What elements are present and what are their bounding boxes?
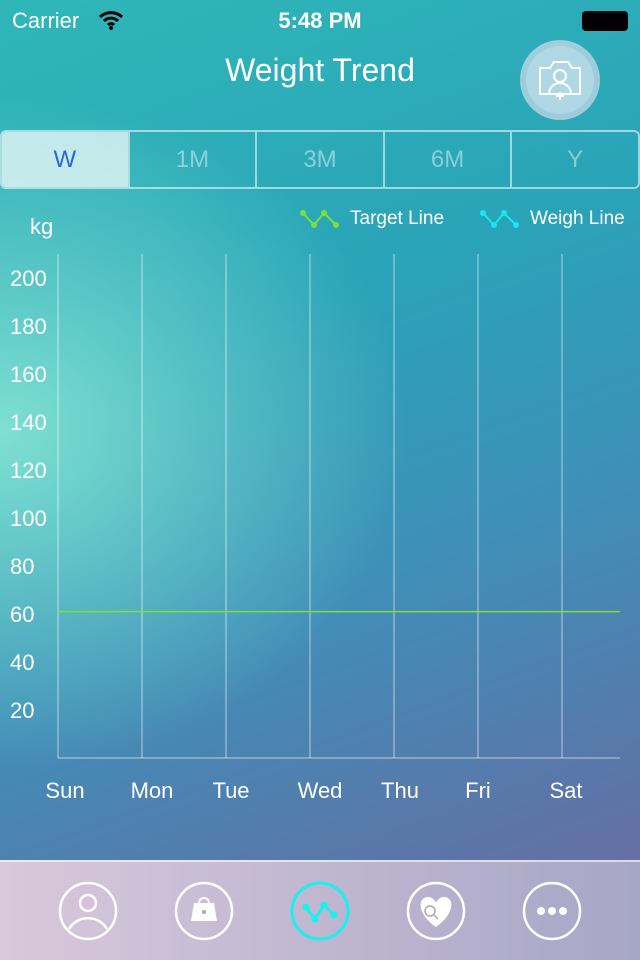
y-tick-label: 80 bbox=[10, 554, 34, 579]
y-tick-label: 160 bbox=[10, 362, 47, 387]
x-tick-label: Sat bbox=[549, 778, 582, 803]
legend-target-label: Target Line bbox=[350, 208, 445, 229]
legend-target: Target Line bbox=[300, 208, 444, 230]
clock: 5:48 PM bbox=[278, 8, 362, 33]
tab-heart-search[interactable] bbox=[406, 881, 466, 941]
segment-6-months[interactable]: 6M bbox=[382, 132, 511, 187]
segment-week[interactable]: W bbox=[2, 132, 128, 187]
battery-icon bbox=[582, 11, 628, 31]
y-tick-label: 140 bbox=[10, 410, 47, 435]
legend-weigh-label: Weigh Line bbox=[530, 208, 625, 229]
segment-year[interactable]: Y bbox=[510, 132, 638, 187]
camera-add-person-icon bbox=[539, 61, 581, 100]
y-tick-label: 20 bbox=[10, 698, 34, 723]
y-tick-label: 60 bbox=[10, 602, 34, 627]
segment-1-month[interactable]: 1M bbox=[127, 132, 256, 187]
status-bar: Carrier 5:48 PM bbox=[0, 0, 640, 40]
x-tick-label: Wed bbox=[298, 778, 343, 803]
weight-chart: Sun Mon Tue Wed Thu Fri Sat 200 180 160 140 120 100 8… bbox=[10, 254, 620, 803]
legend-weigh: Weigh Line bbox=[480, 208, 625, 230]
tab-scale[interactable] bbox=[174, 881, 234, 941]
target-line-icon bbox=[300, 210, 339, 228]
weigh-line-icon bbox=[480, 210, 519, 228]
x-tick-label: Thu bbox=[381, 778, 419, 803]
tab-bar bbox=[0, 860, 640, 960]
period-segmented-control: W 1M 3M 6M Y bbox=[0, 130, 640, 189]
segment-3-months[interactable]: 3M bbox=[255, 132, 383, 187]
x-tick-label: Mon bbox=[131, 778, 174, 803]
y-tick-label: 200 bbox=[10, 266, 47, 291]
tab-trend[interactable] bbox=[290, 881, 350, 941]
x-tick-label: Fri bbox=[465, 778, 491, 803]
y-tick-label: 40 bbox=[10, 650, 34, 675]
x-tick-label: Sun bbox=[45, 778, 84, 803]
y-tick-label: 180 bbox=[10, 314, 47, 339]
y-axis-unit: kg bbox=[30, 214, 54, 239]
tab-more[interactable] bbox=[522, 881, 582, 941]
x-tick-label: Tue bbox=[212, 778, 249, 803]
camera-button[interactable] bbox=[520, 40, 600, 120]
y-tick-label: 100 bbox=[10, 506, 47, 531]
tab-profile[interactable] bbox=[58, 881, 118, 941]
y-tick-label: 120 bbox=[10, 458, 47, 483]
